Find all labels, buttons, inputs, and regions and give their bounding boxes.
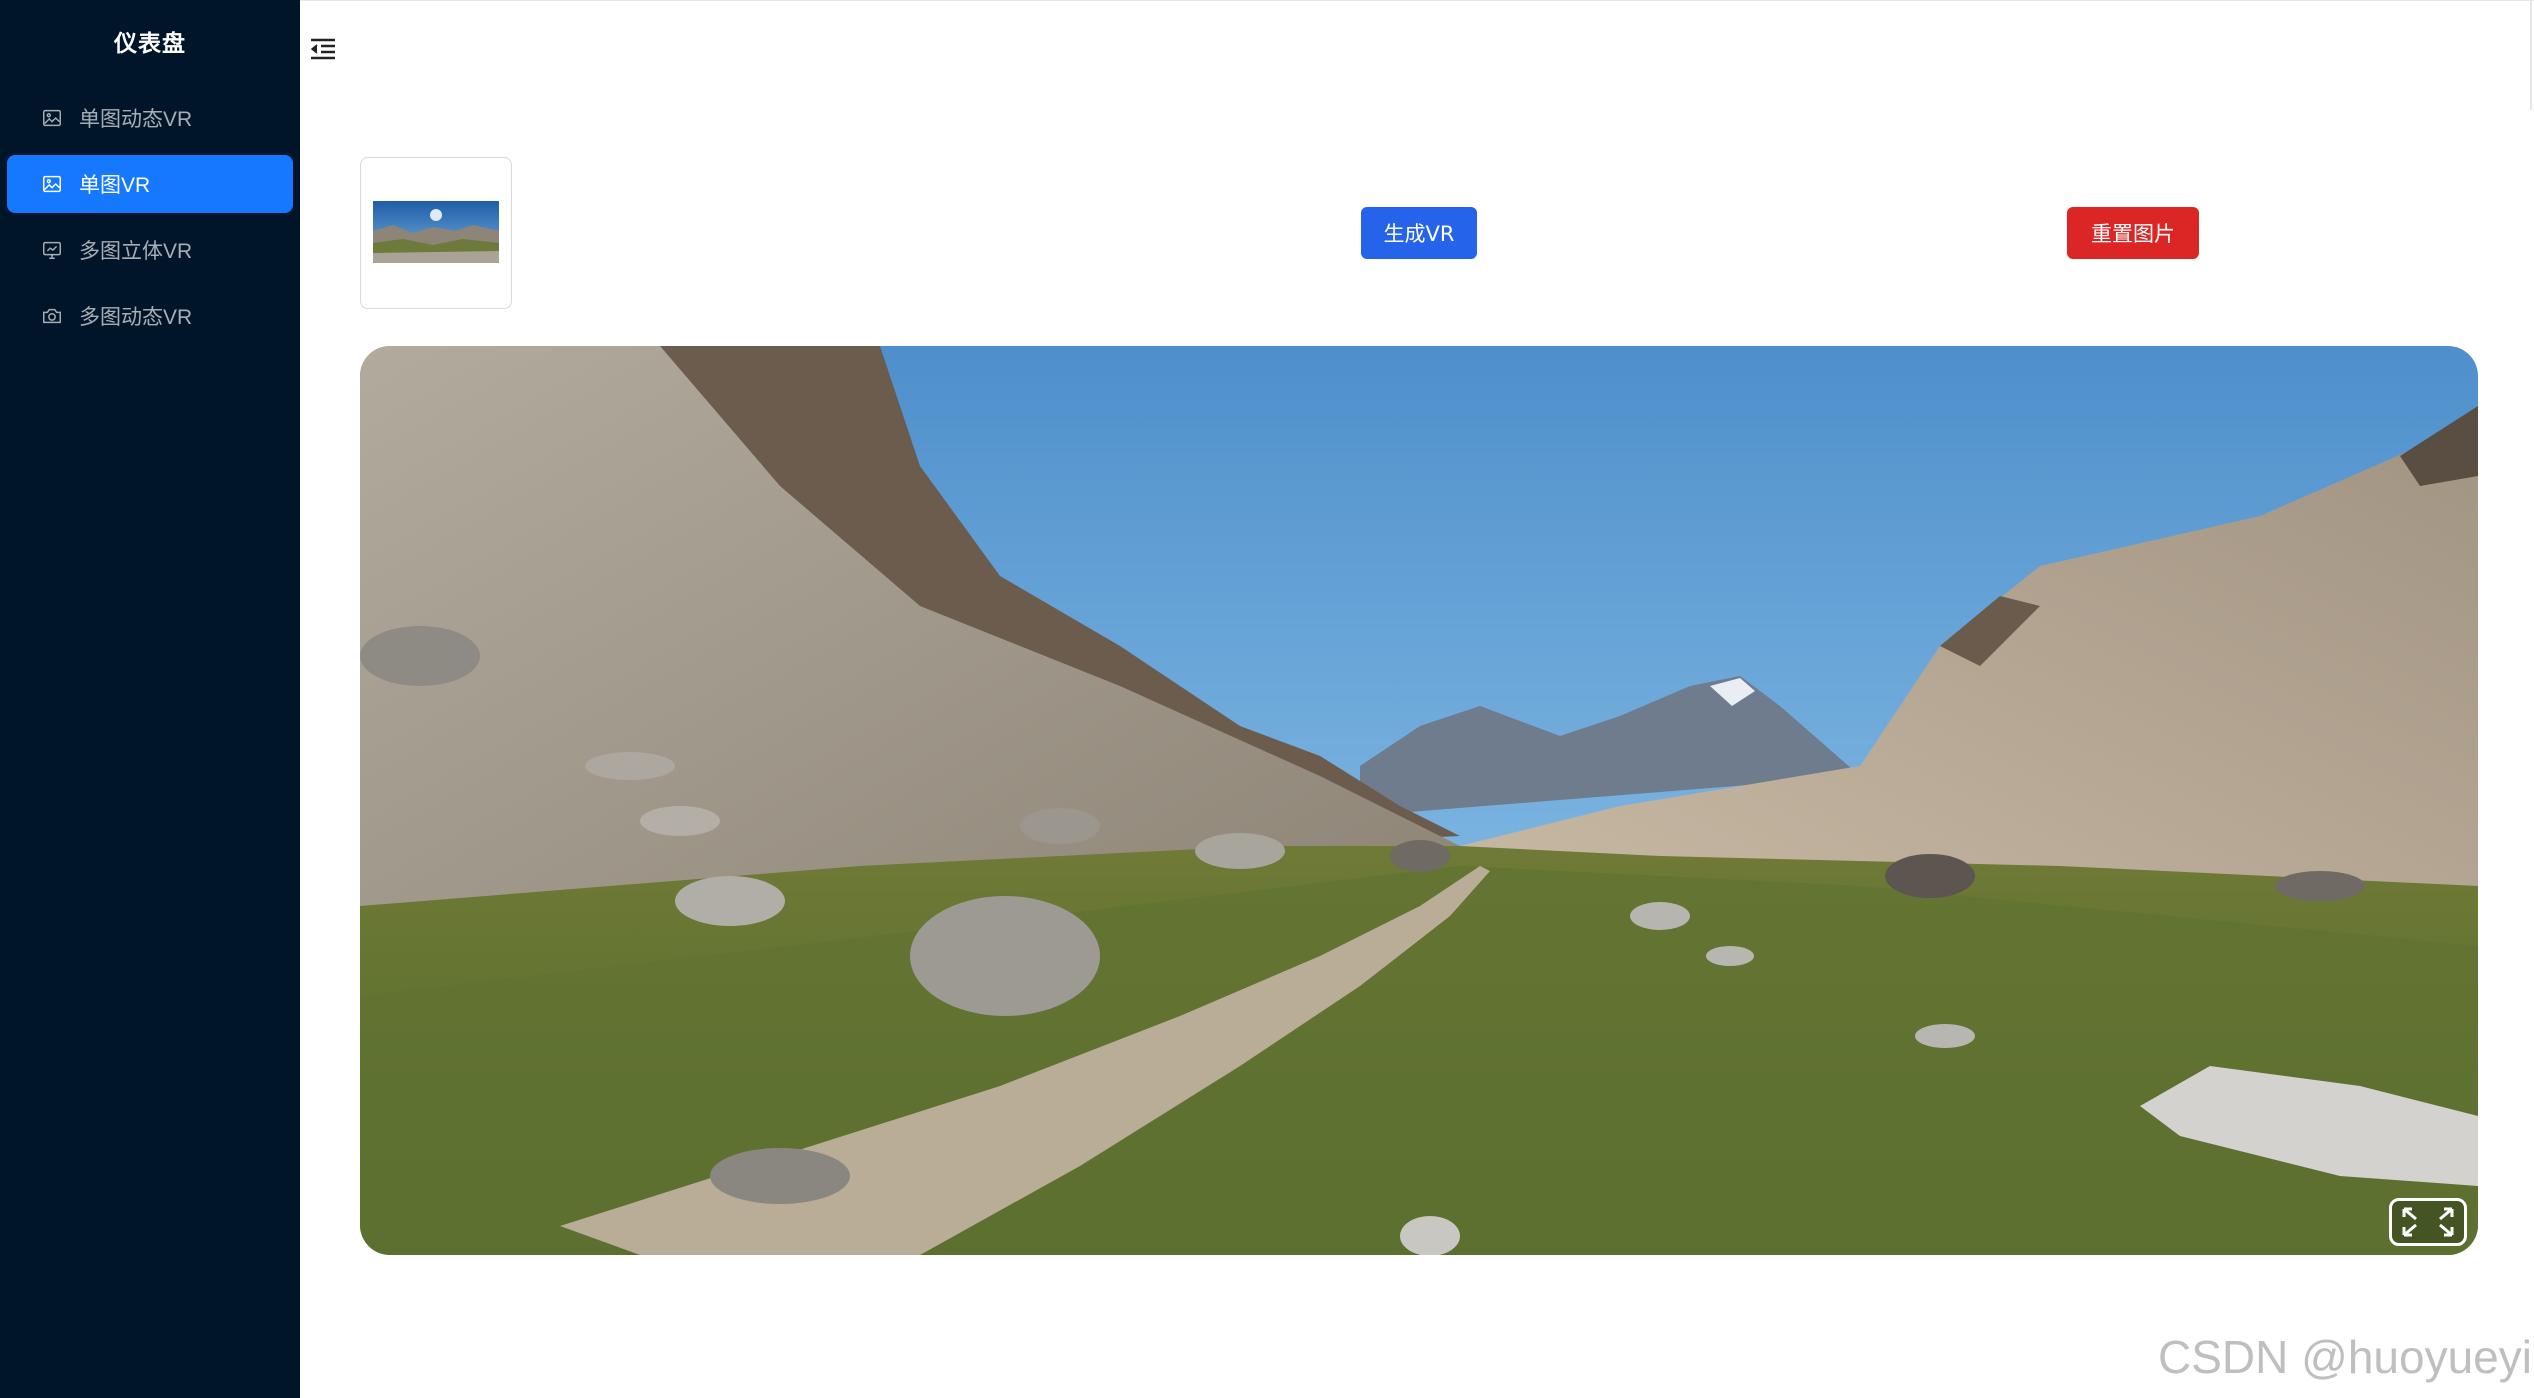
panorama-image — [360, 346, 2478, 1255]
generate-vr-button[interactable]: 生成VR — [1361, 207, 1477, 259]
image-upload-thumbnail[interactable] — [360, 157, 512, 309]
picture-icon — [41, 106, 65, 130]
top-header — [300, 0, 2534, 96]
sidebar-item-multi-dynamic-vr[interactable]: 多图动态VR — [7, 287, 293, 345]
menu-fold-icon[interactable] — [308, 34, 338, 64]
panorama-thumbnail — [373, 201, 499, 263]
sidebar-item-single-dynamic-vr[interactable]: 单图动态VR — [7, 89, 293, 147]
panorama-viewer[interactable] — [360, 346, 2478, 1255]
fullscreen-icon[interactable] — [2389, 1198, 2467, 1246]
sidebar-item-single-vr[interactable]: 单图VR — [7, 155, 293, 213]
camera-icon — [41, 304, 65, 328]
scroll-edge — [2530, 0, 2532, 110]
chart-monitor-icon — [41, 238, 65, 262]
sidebar-title: 仪表盘 — [114, 30, 186, 56]
sidebar-item-multi-stereo-vr[interactable]: 多图立体VR — [7, 221, 293, 279]
sidebar-item-label: 单图VR — [79, 174, 151, 197]
sidebar: 仪表盘 单图动态VR 单图VR 多图立体VR 多图动态VR — [0, 0, 300, 1398]
watermark: CSDN @huoyueyi — [2158, 1331, 2532, 1383]
sidebar-item-label: 多图动态VR — [79, 306, 193, 329]
sidebar-item-label: 单图动态VR — [79, 108, 193, 131]
picture-icon — [41, 172, 65, 196]
sidebar-item-label: 多图立体VR — [79, 240, 193, 263]
reset-image-button[interactable]: 重置图片 — [2067, 207, 2199, 259]
